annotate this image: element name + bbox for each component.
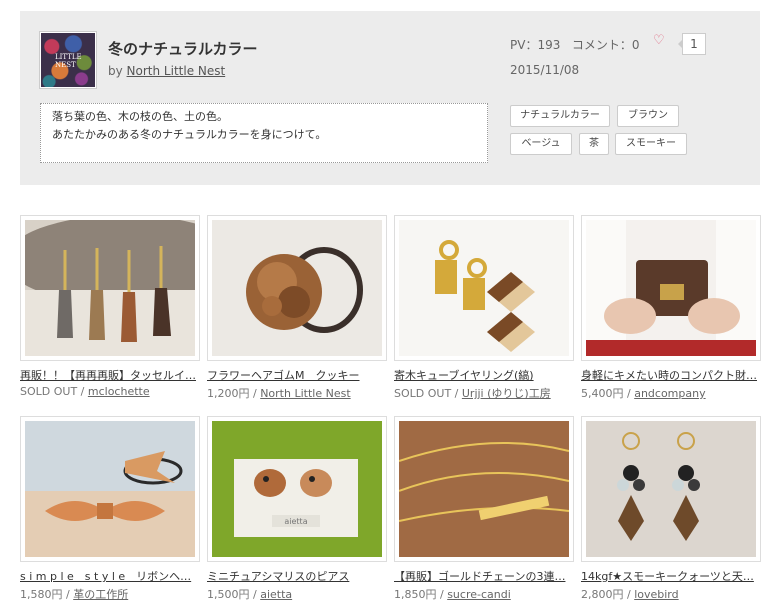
ribbon-hair-tie-illustration (25, 451, 195, 557)
squirrel-earrings-illustration: aietta (234, 459, 358, 537)
product-image-link[interactable] (20, 416, 200, 562)
description-line: 落ち葉の色、木の枝の色、土の色。 (52, 110, 228, 123)
product-image-link[interactable]: aietta (207, 416, 387, 562)
shop-link[interactable]: Urjji (ゆりじ)工房 (462, 387, 551, 400)
collection-byline: by North Little Nest (108, 64, 225, 78)
product-image-link[interactable] (20, 215, 200, 361)
tag-smoky[interactable]: スモーキー (615, 133, 687, 155)
product-meta: 1,850円 / sucre-candi (394, 588, 511, 601)
comment-count: コメント：0 (571, 38, 640, 52)
product-image-squirrel-earrings: aietta (212, 421, 382, 557)
tag-beige[interactable]: ベージュ (510, 133, 572, 155)
product-title[interactable]: 身軽にキメたい時のコンパクト財… (581, 367, 759, 383)
author-link[interactable]: North Little Nest (127, 64, 226, 78)
product-image-link[interactable] (394, 416, 574, 562)
wooden-cube-earrings-illustration (435, 240, 535, 352)
heart-icon[interactable]: ♡ (653, 33, 669, 49)
tag-cha[interactable]: 茶 (579, 133, 609, 155)
product-meta: SOLD OUT / mclochette (20, 385, 150, 398)
product-price: SOLD OUT (20, 385, 78, 398)
product-price: SOLD OUT (394, 387, 452, 400)
tassel-earrings-illustration (25, 220, 195, 356)
product-price: 1,850円 (394, 588, 437, 601)
shop-link[interactable]: mclochette (88, 385, 150, 398)
collection-stats: PV：193 コメント：0 (510, 36, 639, 53)
product-image-flower-hair-tie (212, 220, 382, 356)
collection-description: 落ち葉の色、木の枝の色、土の色。 あたたかみのある冬のナチュラルカラーを身につけ… (40, 103, 488, 163)
product-meta: SOLD OUT / Urjji (ゆりじ)工房 (394, 387, 551, 400)
shop-link[interactable]: sucre-candi (447, 588, 511, 601)
product-image-ribbon-hair-tie (25, 421, 195, 557)
product-meta: 5,400円 / andcompany (581, 387, 706, 400)
product-title[interactable]: フラワーヘアゴムM クッキー (207, 367, 385, 383)
thumbnail-logo-text: LITTLE NEST (55, 53, 82, 69)
product-meta: 1,500円 / aietta (207, 588, 293, 601)
product-price: 1,500円 (207, 588, 250, 601)
product-image-gold-chain-bracelet (399, 421, 569, 557)
collection-date: 2015/11/08 (510, 63, 580, 77)
like-count: 1 (678, 33, 706, 55)
product-meta: 1,200円 / North Little Nest (207, 387, 351, 400)
flower-hair-tie-illustration (246, 247, 363, 333)
product-price: 1,200円 (207, 387, 250, 400)
product-meta: 2,800円 / lovebird (581, 588, 679, 601)
product-title[interactable]: 14kgf★スモーキークォーツと天… (581, 568, 759, 584)
product-title[interactable]: s i m p l e s t y l e リボンヘ… (20, 568, 198, 584)
collection-thumbnail[interactable]: LITTLE NEST (40, 32, 96, 88)
tag-brown[interactable]: ブラウン (617, 105, 679, 127)
collection-title: 冬のナチュラルカラー (108, 40, 258, 58)
product-title[interactable]: 【再販】ゴールドチェーンの3連… (394, 568, 572, 584)
description-line: あたたかみのある冬のナチュラルカラーを身につけて。 (52, 128, 327, 141)
shop-link[interactable]: andcompany (634, 387, 705, 400)
aietta-card-text: aietta (284, 517, 307, 526)
product-image-smoky-quartz-earrings (586, 421, 756, 557)
compact-wallet-illustration (586, 220, 756, 356)
product-image-link[interactable] (394, 215, 574, 361)
product-title[interactable]: 寄木キューブイヤリング(縞) (394, 367, 572, 383)
smoky-quartz-earrings-illustration (617, 432, 700, 541)
product-price: 1,580円 (20, 588, 63, 601)
product-image-tassel-earrings (25, 220, 195, 356)
product-price: 2,800円 (581, 588, 624, 601)
byline-prefix: by (108, 64, 127, 78)
tag-natural-color[interactable]: ナチュラルカラー (510, 105, 610, 127)
product-title[interactable]: ミニチュアシマリスのピアス (207, 568, 385, 584)
product-meta: 1,580円 / 革の工作所 (20, 588, 129, 601)
product-image-link[interactable] (581, 416, 761, 562)
gold-chain-bracelet-illustration (399, 442, 569, 522)
shop-link[interactable]: 革の工作所 (73, 588, 128, 601)
product-title[interactable]: 再販！！【再再再販】タッセルイ… (20, 367, 198, 383)
product-image-link[interactable] (581, 215, 761, 361)
product-price: 5,400円 (581, 387, 624, 400)
shop-link[interactable]: lovebird (634, 588, 678, 601)
product-image-compact-wallet (586, 220, 756, 356)
product-image-wooden-cube-earrings (399, 220, 569, 356)
collection-header: LITTLE NEST 冬のナチュラルカラー by North Little N… (20, 11, 760, 185)
pv-count: PV：193 (510, 38, 561, 52)
shop-link[interactable]: North Little Nest (260, 387, 350, 400)
product-image-link[interactable] (207, 215, 387, 361)
shop-link[interactable]: aietta (260, 588, 292, 601)
